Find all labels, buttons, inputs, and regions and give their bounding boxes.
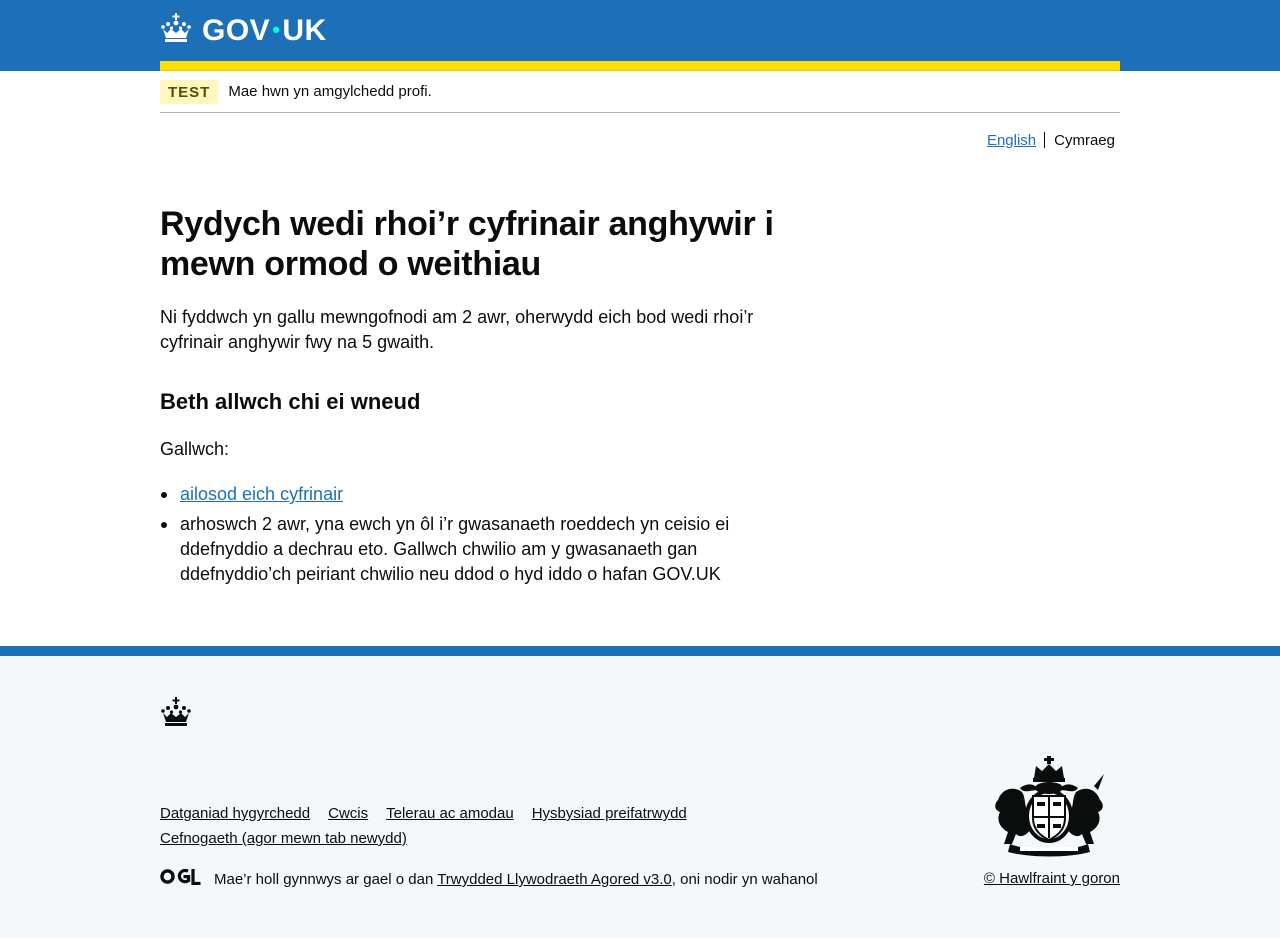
footer-link-support[interactable]: Cefnogaeth (agor mewn tab newydd)	[160, 828, 407, 849]
header-yellow-stripe	[160, 61, 1120, 71]
licence-suffix: , oni nodir yn wahanol	[671, 871, 818, 888]
phase-banner-text: Mae hwn yn amgylchedd profi.	[228, 83, 432, 100]
list-item: arhoswch 2 awr, yna ewch yn ôl i’r gwasa…	[160, 512, 780, 587]
options-lead: Gallwch:	[160, 439, 230, 459]
crown-icon	[160, 12, 192, 49]
options-list: ailosod eich cyfrinair arhoswch 2 awr, y…	[160, 482, 780, 587]
site-header: GOV • UK	[0, 0, 1280, 71]
language-english-link[interactable]: English	[987, 132, 1044, 149]
logo-text-gov: GOV	[202, 13, 271, 47]
govuk-logotype: GOV • UK	[202, 14, 327, 48]
phase-tag: TEST	[160, 79, 219, 104]
footer-link-terms[interactable]: Telerau ac amodau	[386, 803, 514, 824]
intro-paragraph: Ni fyddwch yn gallu mewngofnodi am 2 awr…	[160, 307, 754, 352]
royal-coat-of-arms-icon	[990, 754, 1108, 863]
page-title: Rydych wedi rhoi’r cyfrinair anghywir i …	[160, 205, 774, 283]
main-content: Rydych wedi rhoi’r cyfrinair anghywir i …	[160, 149, 1120, 587]
licence-info: Mae’r holl gynnwys ar gael o dan Trwydde…	[160, 868, 818, 891]
licence-text: Mae’r holl gynnwys ar gael o dan Trwydde…	[214, 869, 818, 890]
govuk-home-link[interactable]: GOV • UK	[160, 12, 327, 49]
footer-link-privacy[interactable]: Hysbysiad preifatrwydd	[532, 803, 687, 824]
language-toggle: English Cymraeg	[160, 131, 1120, 149]
reset-password-link[interactable]: ailosod eich cyfrinair	[180, 484, 343, 504]
footer-link-accessibility[interactable]: Datganiad hygyrchedd	[160, 803, 310, 824]
footer-links: Datganiad hygyrchedd Cwcis Telerau ac am…	[160, 803, 760, 849]
list-item: ailosod eich cyfrinair	[160, 482, 780, 507]
phase-banner: TEST Mae hwn yn amgylchedd profi.	[160, 71, 1120, 113]
ogl-logo-icon	[160, 868, 201, 891]
footer-link-cookies[interactable]: Cwcis	[328, 803, 368, 824]
section-heading: Beth allwch chi ei wneud	[160, 389, 421, 414]
language-current-welsh: Cymraeg	[1054, 131, 1115, 149]
logo-dot: •	[272, 16, 281, 42]
crown-icon	[160, 696, 192, 733]
open-government-licence-link[interactable]: Trwydded Llywodraeth Agored v3.0	[437, 871, 672, 888]
site-footer: Datganiad hygyrchedd Cwcis Telerau ac am…	[0, 646, 1280, 938]
licence-prefix: Mae’r holl gynnwys ar gael o dan	[214, 871, 438, 888]
copyright: © Hawlfraint y goron	[984, 868, 1120, 889]
logo-text-uk: UK	[282, 13, 327, 47]
crown-copyright-link[interactable]: © Hawlfraint y goron	[984, 870, 1120, 887]
